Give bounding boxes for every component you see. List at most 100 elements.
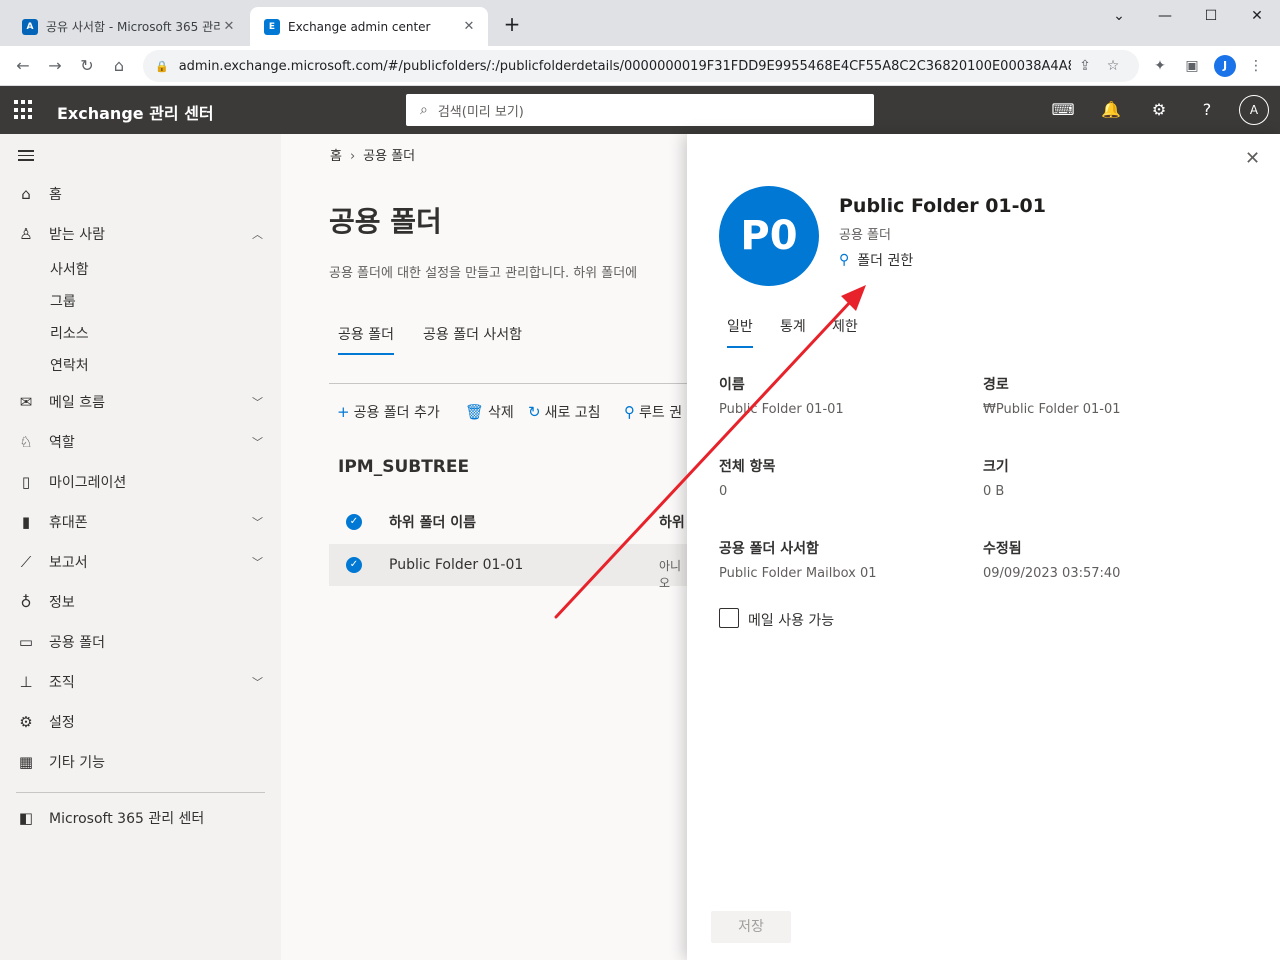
- browser-tab-m365[interactable]: A 공유 사서함 - Microsoft 365 관리 ✕: [8, 7, 248, 46]
- address-bar[interactable]: 🔒 admin.exchange.microsoft.com/#/publicf…: [143, 50, 1139, 82]
- nav-item-settings[interactable]: ⚙ 설정: [0, 702, 281, 742]
- tab-limits[interactable]: 제한: [832, 316, 858, 336]
- back-arrow-icon[interactable]: ←: [10, 53, 36, 79]
- search-box[interactable]: ⌕ 검색(미리 보기): [406, 94, 874, 126]
- nav-item-migration[interactable]: ▯ 마이그레이션: [0, 462, 281, 502]
- field-value-total-items: 0: [719, 484, 728, 499]
- mail-icon: ✉: [19, 393, 33, 411]
- close-tab-icon[interactable]: ✕: [460, 19, 478, 34]
- nav-subitem-contacts[interactable]: 연락처: [50, 350, 89, 382]
- close-tab-icon[interactable]: ✕: [220, 19, 238, 34]
- command-label: 공용 폴더 추가: [353, 405, 440, 421]
- column-header-sub[interactable]: 하위: [659, 512, 685, 532]
- nav-label: 조직: [49, 675, 75, 691]
- save-button[interactable]: 저장: [711, 911, 791, 943]
- tab-title: Exchange admin center: [288, 19, 431, 34]
- side-panel-icon[interactable]: ▣: [1180, 54, 1204, 78]
- nav-label: 정보: [49, 595, 75, 611]
- maximize-button[interactable]: ☐: [1188, 0, 1234, 32]
- chevron-down-icon: ﹀: [252, 436, 263, 449]
- column-header-name[interactable]: 하위 폴더 이름: [389, 512, 476, 532]
- row-has-subfolders: 아니오: [659, 559, 682, 590]
- browser-tab-exchange[interactable]: E Exchange admin center ✕: [250, 7, 488, 46]
- app-title[interactable]: Exchange 관리 센터: [57, 100, 214, 124]
- field-value-name: Public Folder 01-01: [719, 402, 844, 417]
- link-label: 폴더 권한: [857, 253, 914, 269]
- help-icon[interactable]: ?: [1195, 98, 1219, 122]
- home-button-icon[interactable]: ⌂: [106, 53, 132, 79]
- field-label-total-items: 전체 항목: [719, 459, 776, 475]
- browser-tab-strip: A 공유 사서함 - Microsoft 365 관리 ✕ E Exchange…: [0, 0, 1280, 46]
- add-public-folder-button[interactable]: + 공용 폴더 추가: [337, 402, 440, 422]
- nav-item-insights[interactable]: ♁ 정보: [0, 582, 281, 622]
- nav-item-m365-admin[interactable]: ◧ Microsoft 365 관리 센터: [0, 798, 281, 838]
- page-description: 공용 폴더에 대한 설정을 만들고 관리합니다. 하위 폴더에: [329, 266, 638, 281]
- folder-permissions-link[interactable]: ⚲ 폴더 권한: [839, 250, 913, 270]
- tab-statistics[interactable]: 통계: [780, 316, 806, 336]
- tab-public-folders[interactable]: 공용 폴더: [338, 324, 394, 355]
- nav-label: 휴대폰: [49, 515, 88, 531]
- nav-subitem-groups[interactable]: 그룹: [50, 286, 76, 318]
- nav-item-other-features[interactable]: ▦ 기타 기능: [0, 742, 281, 782]
- list-header: ✓ 하위 폴더 이름 하위: [329, 504, 689, 540]
- delete-button[interactable]: 🗑 삭제: [465, 402, 514, 422]
- browser-menu-icon[interactable]: ⋮: [1244, 54, 1268, 78]
- tab-public-folder-mailboxes[interactable]: 공용 폴더 사서함: [423, 324, 522, 344]
- app-launcher-icon[interactable]: [14, 100, 34, 120]
- nav-label: Microsoft 365 관리 센터: [49, 811, 205, 827]
- bookmark-star-icon[interactable]: ☆: [1099, 58, 1127, 74]
- field-label-path: 경로: [983, 377, 1009, 393]
- refresh-button[interactable]: ↻ 새로 고침: [528, 402, 601, 422]
- nav-item-roles[interactable]: ♘ 역할 ﹀: [0, 422, 281, 462]
- root-permissions-button[interactable]: ⚲ 루트 권: [624, 402, 682, 422]
- key-icon: ⚲: [839, 252, 850, 268]
- mail-enabled-checkbox[interactable]: [719, 608, 739, 628]
- forward-arrow-icon[interactable]: →: [42, 53, 68, 79]
- panel-subtitle: 공용 폴더: [839, 228, 891, 243]
- close-icon[interactable]: ✕: [1245, 148, 1260, 169]
- share-icon[interactable]: ⇪: [1071, 58, 1099, 74]
- gear-icon[interactable]: ⚙: [1147, 98, 1171, 122]
- new-tab-button[interactable]: +: [500, 12, 524, 36]
- folder-path-heading: IPM_SUBTREE: [338, 457, 470, 477]
- bell-icon[interactable]: 🔔: [1099, 98, 1123, 122]
- select-all-checkbox[interactable]: ✓: [346, 514, 362, 530]
- nav-label: 받는 사람: [49, 227, 105, 243]
- close-window-button[interactable]: ✕: [1234, 0, 1280, 32]
- folder-avatar: P0: [719, 186, 819, 286]
- user-avatar[interactable]: A: [1239, 95, 1269, 125]
- extensions-puzzle-icon[interactable]: ✦: [1148, 54, 1172, 78]
- nav-item-reports[interactable]: ⟋ 보고서 ﹀: [0, 542, 281, 582]
- field-value-modified: 09/09/2023 03:57:40: [983, 566, 1121, 581]
- breadcrumb-home[interactable]: 홈: [330, 149, 342, 164]
- hamburger-menu-icon[interactable]: [18, 150, 34, 164]
- minimize-button[interactable]: —: [1142, 0, 1188, 32]
- row-checkbox[interactable]: ✓: [346, 557, 362, 573]
- nav-item-home[interactable]: ⌂ 홈: [0, 174, 281, 214]
- row-folder-name[interactable]: Public Folder 01-01: [389, 557, 523, 573]
- nav-subitem-resources[interactable]: 리소스: [50, 318, 89, 350]
- nav-item-mail-flow[interactable]: ✉ 메일 흐름 ﹀: [0, 382, 281, 422]
- nav-item-recipients[interactable]: ♙ 받는 사람 ︿: [0, 214, 281, 254]
- breadcrumb-current: 공용 폴더: [363, 149, 416, 164]
- nav-subitem-mailboxes[interactable]: 사서함: [50, 254, 89, 286]
- tab-search-chevron-icon[interactable]: ⌄: [1096, 0, 1142, 32]
- nav-item-public-folders[interactable]: ▭ 공용 폴더: [0, 622, 281, 662]
- add-icon: +: [337, 403, 350, 421]
- table-row[interactable]: ✓ Public Folder 01-01 아니오: [329, 544, 689, 590]
- field-value-size: 0 B: [983, 484, 1005, 499]
- tab-general[interactable]: 일반: [727, 316, 753, 348]
- browser-profile-avatar[interactable]: J: [1214, 55, 1236, 77]
- roles-icon: ♘: [19, 433, 33, 451]
- app-header: Exchange 관리 센터 ⌕ 검색(미리 보기) ⌨ 🔔 ⚙ ? A: [0, 86, 1280, 134]
- terminal-icon[interactable]: ⌨: [1051, 98, 1075, 122]
- chevron-down-icon: ﹀: [252, 516, 263, 529]
- url-text[interactable]: admin.exchange.microsoft.com/#/publicfol…: [179, 59, 1071, 74]
- nav-item-organization[interactable]: ⊥ 조직 ﹀: [0, 662, 281, 702]
- field-label-size: 크기: [983, 459, 1009, 475]
- nav-item-mobile[interactable]: ▮ 휴대폰 ﹀: [0, 502, 281, 542]
- field-label-mailbox: 공용 폴더 사서함: [719, 541, 819, 557]
- reload-icon[interactable]: ↻: [74, 53, 100, 79]
- browser-toolbar: ← → ↻ ⌂ 🔒 admin.exchange.microsoft.com/#…: [0, 46, 1280, 86]
- chevron-down-icon: ﹀: [252, 676, 263, 689]
